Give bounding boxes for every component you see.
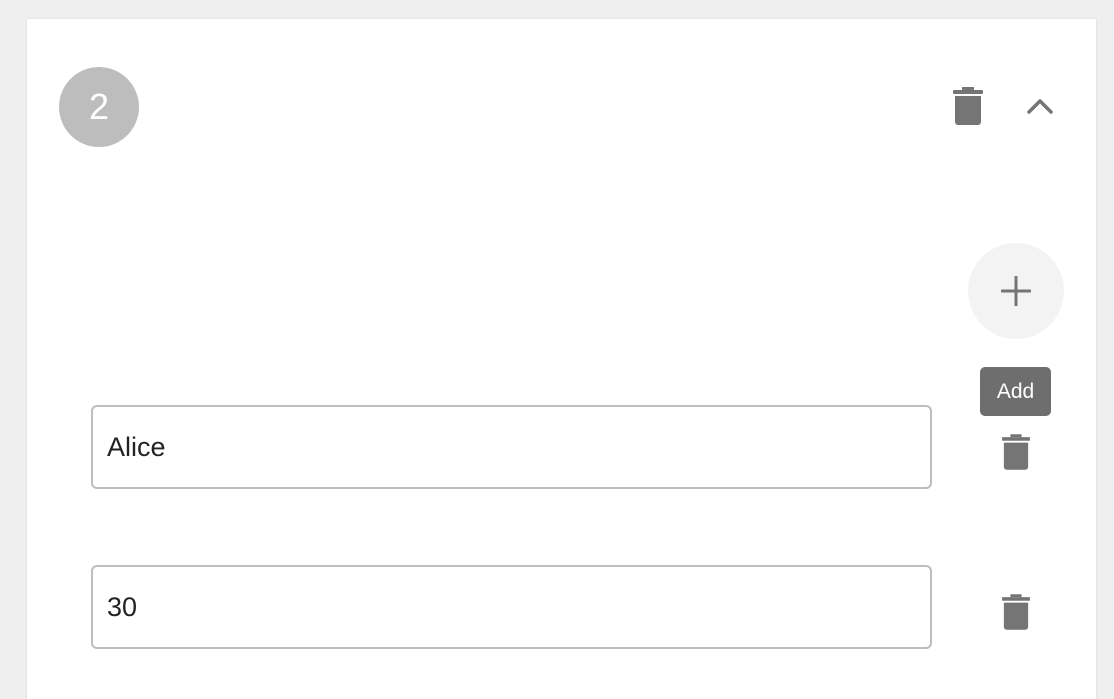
name-field[interactable]	[91, 405, 932, 489]
step-number: 2	[88, 86, 110, 127]
collapse-button[interactable]	[1019, 85, 1061, 127]
delete-name-field-button[interactable]	[993, 429, 1039, 475]
delete-group-button[interactable]	[947, 85, 989, 127]
age-input[interactable]	[93, 567, 930, 647]
plus-icon	[1001, 276, 1031, 306]
trash-icon	[953, 87, 983, 125]
trash-icon	[1002, 434, 1030, 470]
name-input[interactable]	[93, 407, 930, 487]
trash-icon	[1002, 594, 1030, 630]
delete-age-field-button[interactable]	[993, 589, 1039, 635]
step-card: 2 Add	[27, 19, 1096, 699]
add-tooltip-label: Add	[996, 379, 1035, 403]
add-tooltip: Add	[980, 367, 1051, 416]
age-field[interactable]	[91, 565, 932, 649]
step-number-badge: 2	[59, 67, 139, 147]
add-button[interactable]	[968, 243, 1064, 339]
chevron-up-icon	[1027, 99, 1053, 114]
